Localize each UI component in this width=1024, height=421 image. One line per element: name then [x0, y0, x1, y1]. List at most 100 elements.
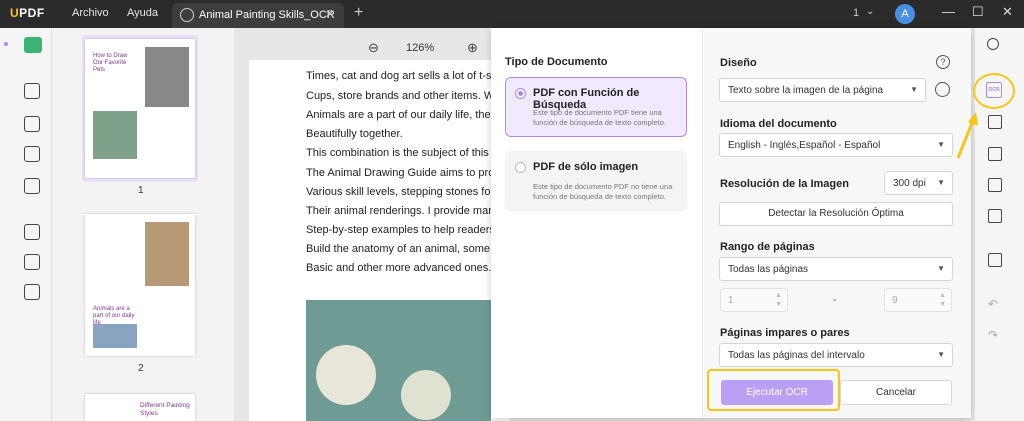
active-indicator	[4, 42, 8, 46]
flower-shape	[316, 345, 376, 405]
form-icon[interactable]	[24, 146, 40, 162]
document-text-line: Their animal renderings. I provide many …	[306, 205, 491, 217]
save-icon[interactable]	[988, 253, 1002, 267]
close-window-icon[interactable]: ✕	[1002, 4, 1013, 20]
thumbnail-page-2[interactable]: Animals are a part of our daily life	[85, 214, 195, 356]
document-text-line: The Animal Drawing Guide aims to provide…	[306, 167, 491, 179]
gear-icon[interactable]	[935, 82, 950, 97]
thumbnail-caption: Different Painting Styles	[140, 402, 190, 417]
resolution-value: 300 dpi	[893, 178, 926, 189]
dropdown-arrow-icon: ▼	[937, 140, 945, 149]
option-description: Este tipo de documento PDF no tiene una …	[533, 182, 673, 201]
zoom-out-icon[interactable]: ⊖	[368, 40, 379, 56]
thumbnail-label: 2	[138, 363, 144, 374]
resolution-select[interactable]: 300 dpi ▼	[884, 171, 953, 195]
range-to-input[interactable]: 9 ▲ ▼	[884, 288, 952, 312]
layout-select[interactable]: Texto sobre la imagen de la página ▼	[719, 78, 926, 102]
range-from-input[interactable]: 1 ▲ ▼	[720, 288, 788, 312]
reader-icon[interactable]	[24, 37, 42, 53]
dog-sketch-image	[145, 47, 189, 107]
language-select[interactable]: English - Inglés,Español - Español ▼	[719, 133, 953, 157]
dropdown-arrow-icon: ▼	[937, 264, 945, 273]
chevron-down-icon[interactable]: ⌄	[866, 6, 874, 17]
dropdown-arrow-icon: ▼	[937, 350, 945, 359]
painting-image	[93, 324, 137, 348]
option-description: Este tipo de documento PDF tiene una fun…	[533, 108, 667, 127]
flower-shape	[401, 370, 451, 420]
option-title: PDF de sólo imagen	[533, 161, 639, 173]
thumbnail-page-3[interactable]: Different Painting Styles	[85, 394, 195, 421]
thumbnail-caption: How to Draw Our Favorite Pets	[93, 53, 128, 73]
detect-resolution-button[interactable]: Detectar la Resolución Óptima	[719, 202, 953, 226]
app-logo: UPDF	[10, 6, 45, 20]
option-searchable-pdf[interactable]: PDF con Función de Búsqueda Este tipo de…	[505, 77, 687, 137]
highlight-icon[interactable]	[24, 83, 40, 99]
page-range-heading: Rango de páginas	[720, 241, 815, 253]
radio-unselected[interactable]	[515, 162, 526, 173]
range-from-value: 1	[728, 295, 734, 306]
ocr-icon[interactable]: OCR	[986, 82, 1002, 98]
flower-photo	[306, 300, 491, 421]
convert-icon[interactable]	[988, 115, 1002, 129]
paint-palette-image	[145, 222, 189, 286]
zoom-level[interactable]: 126%	[406, 42, 434, 54]
dropdown-arrow-icon: ▼	[910, 85, 918, 94]
maximize-icon[interactable]: ☐	[972, 4, 984, 20]
document-text-line: Times, cat and dog art sells a lot of t-…	[306, 70, 491, 82]
tab-title: Animal Painting Skills_OCR	[199, 9, 335, 21]
document-text-line: This combination is the subject of this …	[306, 147, 491, 159]
help-icon[interactable]: ?	[936, 55, 950, 69]
add-tab-icon[interactable]: +	[354, 4, 363, 22]
edit-text-icon[interactable]	[24, 116, 40, 132]
cancel-button[interactable]: Cancelar	[840, 380, 952, 405]
undo-icon[interactable]: ↶	[988, 297, 998, 311]
close-tab-icon[interactable]: ✕	[325, 7, 335, 21]
thumbnail-label: 1	[138, 185, 144, 196]
option-image-only-pdf[interactable]: PDF de sólo imagen Este tipo de document…	[505, 151, 687, 211]
sign-icon[interactable]	[24, 178, 40, 194]
organize-pages-icon[interactable]	[24, 224, 40, 240]
mail-icon[interactable]	[988, 209, 1002, 223]
window-count[interactable]: 1	[853, 7, 859, 19]
search-icon[interactable]	[987, 38, 999, 50]
crop-icon[interactable]	[24, 254, 40, 270]
document-text-line: Beautifully together.	[306, 128, 403, 140]
parity-heading: Páginas impares o pares	[720, 327, 850, 339]
menu-file[interactable]: Archivo	[72, 7, 109, 19]
range-separator: -	[833, 295, 837, 306]
language-heading: Idioma del documento	[720, 118, 837, 130]
document-tab[interactable]: Animal Painting Skills_OCR ✕	[172, 3, 344, 28]
copy-icon[interactable]	[24, 284, 40, 300]
title-bar: UPDF Archivo Ayuda Animal Painting Skill…	[0, 0, 1024, 28]
language-value: English - Inglés,Español - Español	[728, 140, 881, 151]
document-text-line: Step-by-step examples to help readers se…	[306, 224, 491, 236]
thumbnail-page-1[interactable]: How to Draw Our Favorite Pets	[85, 39, 195, 178]
document-text-line: Basic and other more advanced ones. Plea…	[306, 262, 491, 274]
run-ocr-button[interactable]: Ejecutar OCR	[721, 380, 833, 405]
protect-icon[interactable]	[988, 147, 1002, 161]
resolution-heading: Resolución de la Imagen	[720, 178, 849, 190]
redo-icon[interactable]: ↷	[988, 328, 998, 342]
dropdown-arrow-icon: ▼	[937, 178, 945, 187]
left-toolbar	[0, 28, 52, 421]
avatar[interactable]: A	[895, 4, 915, 24]
document-type-heading: Tipo de Documento	[505, 56, 608, 68]
menu-help[interactable]: Ayuda	[127, 7, 158, 19]
stepper-icon[interactable]: ▲ ▼	[939, 291, 946, 309]
share-icon[interactable]	[988, 178, 1002, 192]
page-range-select[interactable]: Todas las páginas ▼	[719, 257, 953, 281]
stepper-icon[interactable]: ▲ ▼	[775, 291, 782, 309]
document-icon	[180, 8, 194, 22]
flower-dog-image	[93, 111, 137, 159]
layout-value: Texto sobre la imagen de la página	[728, 85, 884, 96]
zoom-in-icon[interactable]: ⊕	[467, 40, 478, 56]
pointer-arrow	[956, 112, 978, 159]
minimize-icon[interactable]: —	[942, 4, 955, 19]
thumbnail-panel: How to Draw Our Favorite Pets 1 Animals …	[52, 28, 234, 421]
radio-selected[interactable]	[515, 88, 526, 99]
document-text-line: Various skill levels, stepping stones fo…	[306, 186, 491, 198]
layout-heading: Diseño	[720, 57, 757, 69]
parity-select[interactable]: Todas las páginas del intervalo ▼	[719, 343, 953, 367]
document-text-line: Cups, store brands and other items. Whet…	[306, 90, 491, 102]
parity-value: Todas las páginas del intervalo	[728, 350, 865, 361]
